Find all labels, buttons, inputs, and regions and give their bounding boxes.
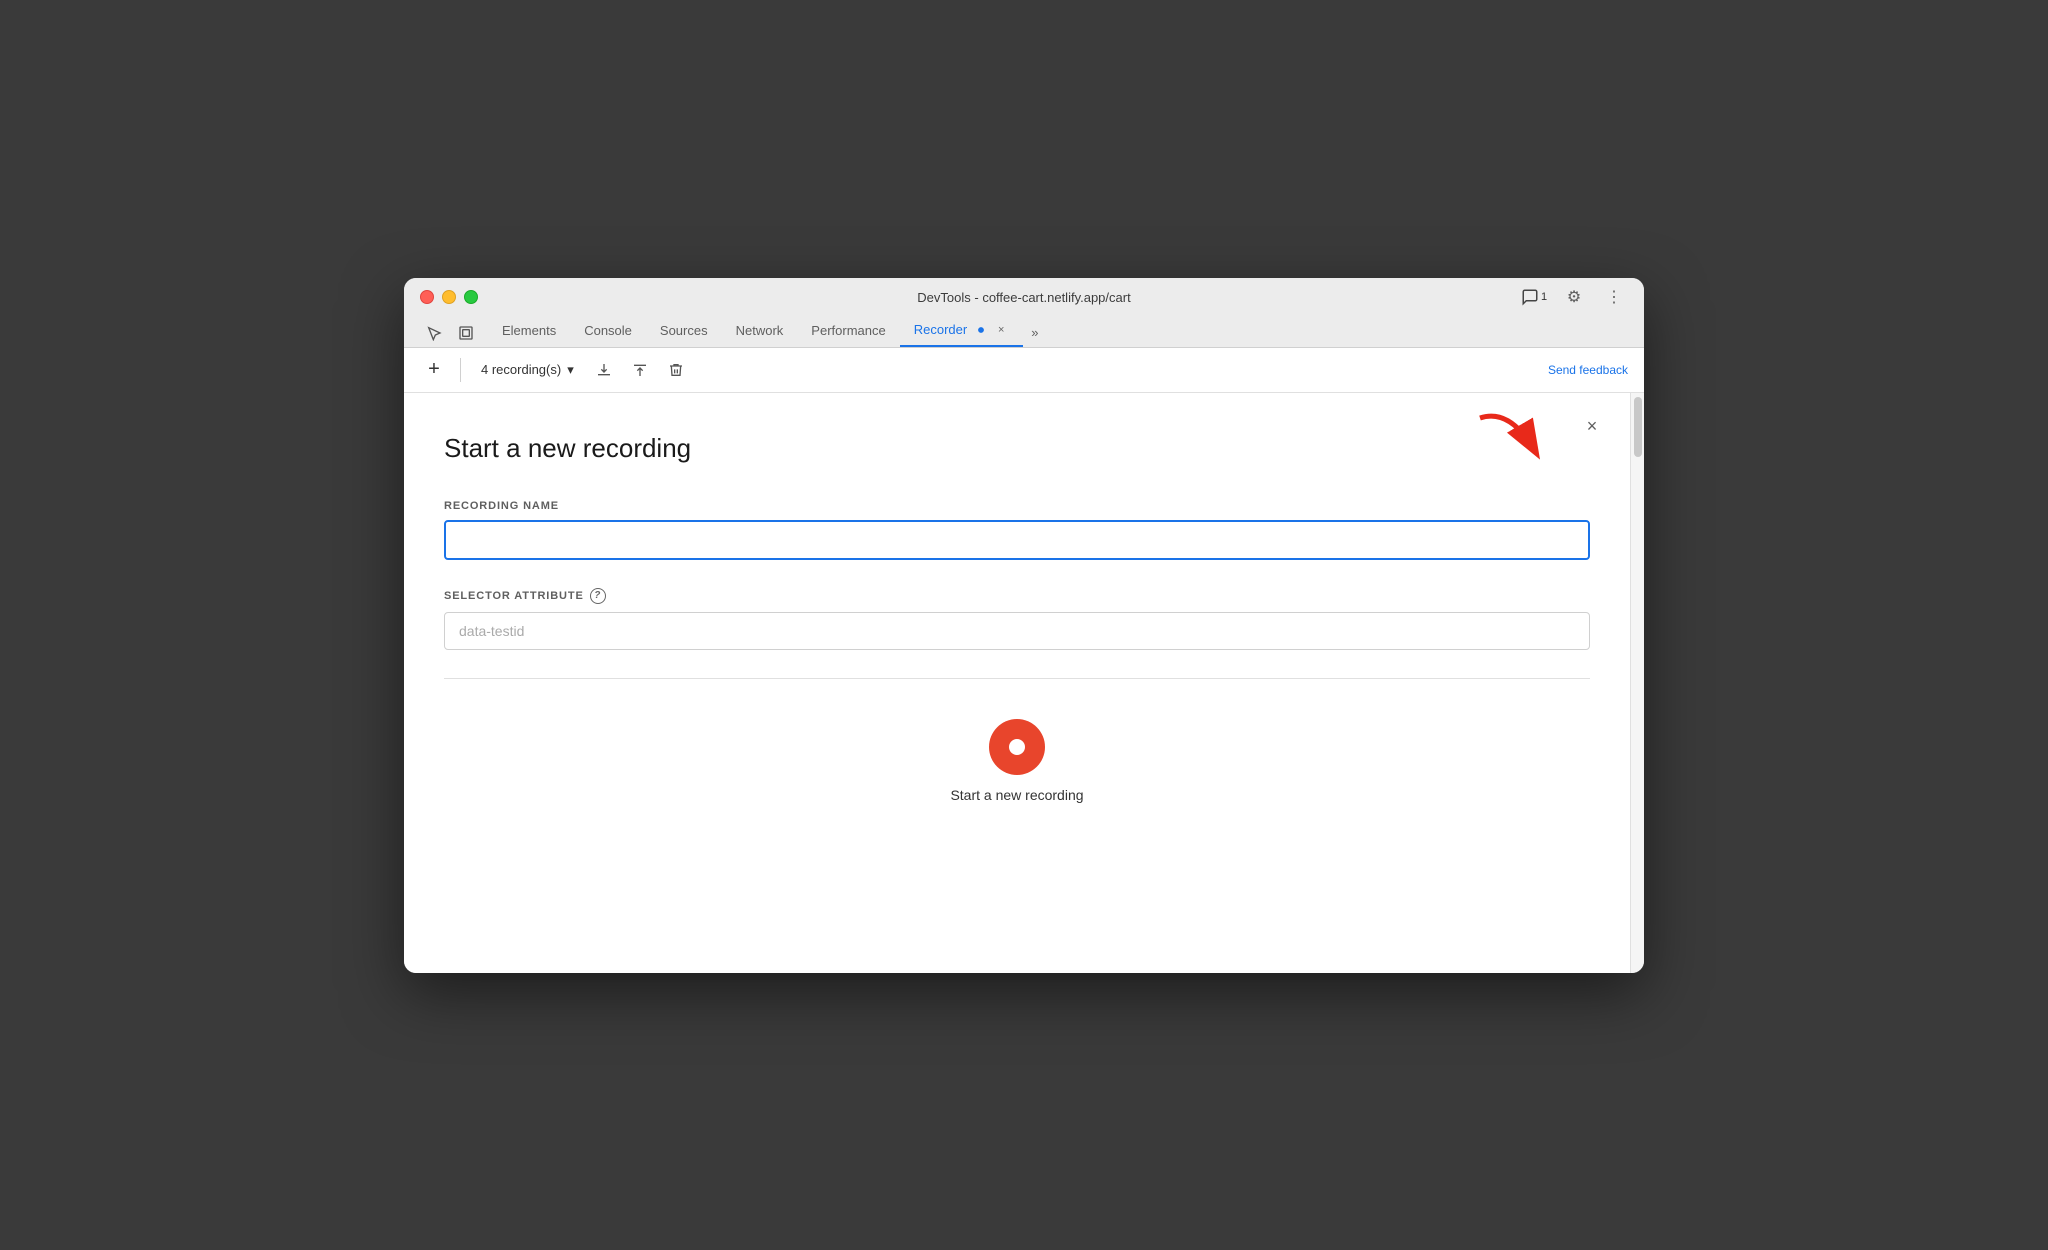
tab-console[interactable]: Console <box>570 316 646 347</box>
import-recording-button[interactable] <box>626 356 654 384</box>
scrollbar-thumb[interactable] <box>1634 397 1642 457</box>
maximize-traffic-light[interactable] <box>464 290 478 304</box>
red-arrow-annotation <box>1470 403 1550 478</box>
scrollbar[interactable] <box>1630 393 1644 973</box>
close-traffic-light[interactable] <box>420 290 434 304</box>
add-recording-button[interactable]: + <box>420 356 448 384</box>
form-title: Start a new recording <box>444 433 1590 464</box>
recording-name-input[interactable] <box>444 520 1590 560</box>
more-button[interactable]: ⋮ <box>1600 283 1628 311</box>
tab-recorder[interactable]: Recorder × <box>900 315 1023 347</box>
recordings-dropdown[interactable]: 4 recording(s) ▾ <box>473 358 582 382</box>
nav-tabs: Elements Console Sources Network Perform… <box>488 315 1046 347</box>
selector-attribute-input[interactable] <box>444 612 1590 650</box>
selector-attribute-label: SELECTOR ATTRIBUTE ? <box>444 588 1590 604</box>
record-dot <box>1009 739 1025 755</box>
selector-attribute-group: SELECTOR ATTRIBUTE ? <box>444 588 1590 650</box>
inspect-element-button[interactable] <box>452 319 480 347</box>
start-recording-area: Start a new recording <box>444 709 1590 803</box>
tab-elements[interactable]: Elements <box>488 316 570 347</box>
title-bar: DevTools - coffee-cart.netlify.app/cart … <box>404 278 1644 348</box>
form-separator <box>444 678 1590 679</box>
minimize-traffic-light[interactable] <box>442 290 456 304</box>
recordings-toolbar: + 4 recording(s) ▾ Send feedback <box>404 348 1644 393</box>
tab-performance[interactable]: Performance <box>797 316 899 347</box>
toolbar-icons-right: 1 ⚙ ⋮ <box>1520 283 1628 311</box>
delete-recording-button[interactable] <box>662 356 690 384</box>
tab-sources[interactable]: Sources <box>646 316 722 347</box>
traffic-lights <box>420 290 478 304</box>
recording-name-group: RECORDING NAME <box>444 500 1590 560</box>
window-title: DevTools - coffee-cart.netlify.app/cart <box>917 290 1130 305</box>
send-feedback-link[interactable]: Send feedback <box>1548 363 1628 377</box>
start-recording-label: Start a new recording <box>950 787 1083 803</box>
start-recording-button[interactable] <box>989 719 1045 775</box>
recording-name-label: RECORDING NAME <box>444 500 1590 512</box>
tab-close-recorder[interactable]: × <box>993 322 1009 338</box>
close-form-button[interactable]: × <box>1578 413 1606 441</box>
settings-button[interactable]: ⚙ <box>1560 283 1588 311</box>
main-content: × Start a new recording RECORDING NAME S… <box>404 393 1630 973</box>
toolbar-divider <box>460 358 461 382</box>
export-recording-button[interactable] <box>590 356 618 384</box>
tab-network[interactable]: Network <box>722 316 798 347</box>
tab-more-button[interactable]: » <box>1023 318 1046 347</box>
notifications-button[interactable]: 1 <box>1520 283 1548 311</box>
cursor-tool-button[interactable] <box>420 319 448 347</box>
selector-help-icon[interactable]: ? <box>590 588 606 604</box>
devtools-window: DevTools - coffee-cart.netlify.app/cart … <box>404 278 1644 973</box>
